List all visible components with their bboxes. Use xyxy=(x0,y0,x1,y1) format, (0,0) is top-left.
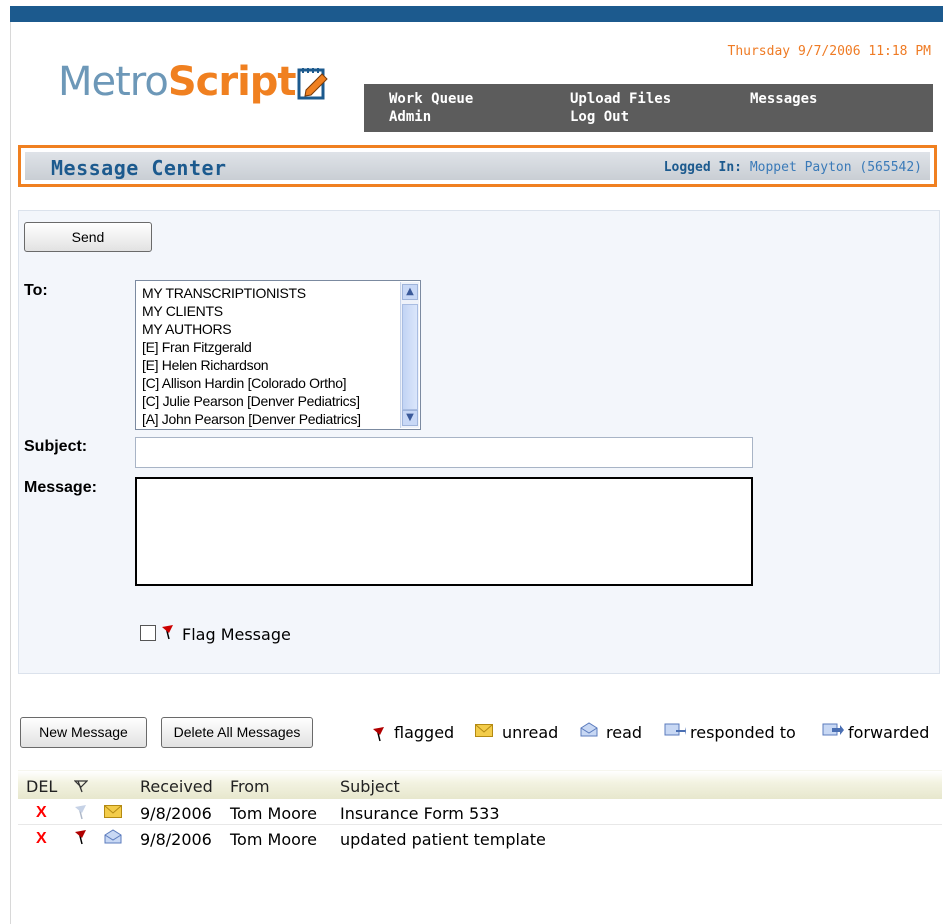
delete-message-icon[interactable]: X xyxy=(36,804,47,822)
col-from[interactable]: From xyxy=(230,777,270,796)
recipient-option[interactable]: MY CLIENTS xyxy=(142,303,223,319)
nav-messages[interactable]: Messages xyxy=(750,91,817,107)
send-button[interactable]: Send xyxy=(24,222,152,252)
logo-metro: Metro xyxy=(58,59,169,105)
forwarded-icon xyxy=(822,723,844,736)
message-received: 9/8/2006 xyxy=(140,830,212,849)
recipients-scrollbar[interactable]: ▲ ▼ xyxy=(400,282,419,428)
legend-forwarded: forwarded xyxy=(848,723,930,742)
message-from: Tom Moore xyxy=(230,830,317,849)
read-envelope-icon xyxy=(580,722,598,737)
read-envelope-icon xyxy=(104,829,122,844)
col-del[interactable]: DEL xyxy=(26,777,57,796)
nav-upload-files[interactable]: Upload Files xyxy=(570,91,671,107)
current-datetime: Thursday 9/7/2006 11:18 PM xyxy=(727,44,932,59)
recipient-option[interactable]: [E] Fran Fitzgerald xyxy=(142,339,252,355)
responded-icon xyxy=(664,723,686,736)
legend-unread: unread xyxy=(502,723,559,742)
recipient-option[interactable]: [C] Allison Hardin [Colorado Ortho] xyxy=(142,375,347,391)
recipient-option[interactable]: MY AUTHORS xyxy=(142,321,232,337)
recipient-option[interactable]: [A] John Pearson [Denver Pediatrics] xyxy=(142,411,361,427)
message-table-header: DEL Received From Subject xyxy=(18,770,942,799)
scroll-thumb[interactable] xyxy=(402,304,418,410)
logged-in-label: Logged In: xyxy=(663,160,742,175)
col-received[interactable]: Received xyxy=(140,777,213,796)
legend-responded: responded to xyxy=(690,723,796,742)
delete-message-icon[interactable]: X xyxy=(36,830,47,848)
message-subject[interactable]: Insurance Form 533 xyxy=(340,804,500,823)
logged-in-info: Logged In: Moppet Payton (565542) xyxy=(664,160,922,175)
page-title: Message Center xyxy=(51,156,227,180)
new-message-button[interactable]: New Message xyxy=(20,717,147,748)
flag-column-icon[interactable] xyxy=(74,779,88,793)
main-nav: Work Queue Upload Files Messages Admin L… xyxy=(364,84,933,132)
message-received: 9/8/2006 xyxy=(140,804,212,823)
nav-log-out[interactable]: Log Out xyxy=(570,109,629,125)
flagged-icon[interactable] xyxy=(74,829,88,845)
recipients-listbox[interactable]: MY TRANSCRIPTIONISTS MY CLIENTS MY AUTHO… xyxy=(135,280,421,430)
logged-in-user: Moppet Payton (565542) xyxy=(749,160,922,175)
row-divider xyxy=(18,824,942,825)
message-subject[interactable]: updated patient template xyxy=(340,830,546,849)
flagged-legend-icon xyxy=(373,727,384,742)
delete-all-messages-button[interactable]: Delete All Messages xyxy=(161,717,313,748)
legend-flagged: flagged xyxy=(394,723,455,742)
message-from: Tom Moore xyxy=(230,804,317,823)
legend-read: read xyxy=(606,723,643,742)
unflagged-icon[interactable] xyxy=(74,804,88,820)
flag-message-checkbox[interactable] xyxy=(140,625,156,641)
message-center-header-bg: Message Center Logged In: Moppet Payton … xyxy=(25,152,930,180)
col-subject[interactable]: Subject xyxy=(340,777,400,796)
subject-label: Subject: xyxy=(24,438,88,455)
app-logo: MetroScript xyxy=(58,59,297,105)
message-textarea[interactable] xyxy=(135,477,753,586)
red-flag-icon xyxy=(162,625,173,640)
recipient-option[interactable]: [C] Julie Pearson [Denver Pediatrics] xyxy=(142,393,360,409)
recipient-option[interactable]: MY TRANSCRIPTIONISTS xyxy=(142,285,306,301)
recipient-option[interactable]: [E] Helen Richardson xyxy=(142,357,269,373)
notepad-pencil-icon xyxy=(297,68,328,100)
logo-script: Script xyxy=(167,59,297,105)
top-blue-bar xyxy=(10,6,943,22)
flag-message-label: Flag Message xyxy=(182,625,291,644)
scroll-down-icon[interactable]: ▼ xyxy=(402,410,418,426)
unread-envelope-icon xyxy=(475,724,493,737)
nav-admin[interactable]: Admin xyxy=(389,109,431,125)
message-center-header: Message Center Logged In: Moppet Payton … xyxy=(18,145,937,187)
scroll-up-icon[interactable]: ▲ xyxy=(402,284,418,300)
to-label: To: xyxy=(24,282,48,299)
nav-work-queue[interactable]: Work Queue xyxy=(389,91,473,107)
message-label: Message: xyxy=(24,479,97,496)
subject-input[interactable] xyxy=(135,437,753,468)
unread-envelope-icon xyxy=(104,805,122,818)
